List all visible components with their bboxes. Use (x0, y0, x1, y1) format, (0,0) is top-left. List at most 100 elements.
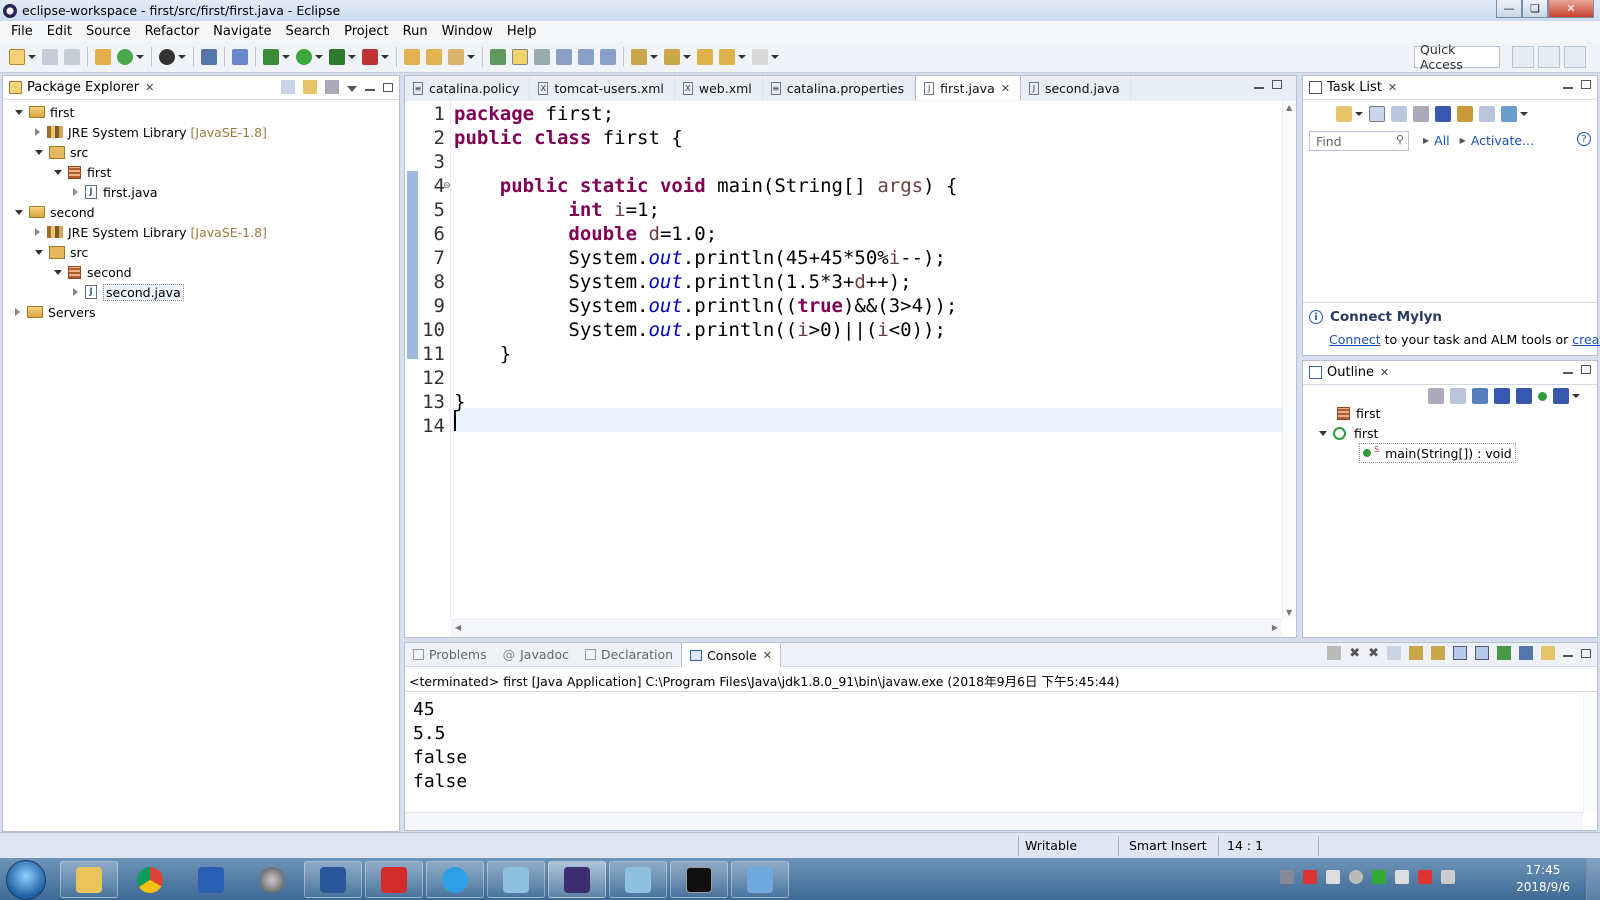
search-icon[interactable] (448, 49, 464, 65)
menu-run[interactable]: Run (396, 24, 435, 39)
terminate-icon[interactable] (1327, 646, 1342, 660)
maximize-view-icon[interactable] (1581, 365, 1591, 374)
tree-item-second-project[interactable]: second (15, 202, 95, 222)
collapse-arrow-icon[interactable] (73, 188, 78, 196)
display-console-icon[interactable] (1519, 646, 1533, 660)
next-annotation-dropdown-icon[interactable] (650, 55, 658, 59)
collapse-all-icon[interactable] (1479, 106, 1495, 122)
editor-vertical-scrollbar[interactable]: ▲ ▼ (1282, 101, 1296, 619)
scroll-right-icon[interactable]: ▶ (1272, 623, 1278, 632)
tree-item-first-package[interactable]: first (54, 162, 111, 182)
restore-button[interactable]: ❏ (1522, 0, 1548, 18)
synchronize-icon[interactable] (1457, 106, 1473, 122)
new-java-project-icon[interactable] (95, 49, 111, 65)
save-all-icon[interactable] (64, 49, 80, 65)
tab-web-xml[interactable]: Xweb.xml (675, 76, 763, 100)
visio-taskbar-button[interactable] (182, 861, 240, 898)
show-desktop-button[interactable] (1586, 858, 1600, 900)
minimize-view-icon[interactable] (1563, 649, 1573, 657)
scheduled-icon[interactable] (1391, 106, 1407, 122)
collapse-all-icon[interactable] (281, 80, 295, 94)
tray-app-icon[interactable] (1372, 870, 1386, 884)
tree-item-second-java[interactable]: Jsecond.java (73, 282, 184, 302)
open-console-icon[interactable] (1541, 646, 1555, 660)
maximize-editor-icon[interactable] (1272, 80, 1282, 89)
create-link[interactable]: create (1572, 332, 1600, 347)
app-taskbar-button[interactable] (243, 861, 301, 898)
notepad-taskbar-button[interactable] (609, 861, 667, 898)
network-icon[interactable] (1395, 870, 1409, 884)
sort-icon[interactable] (1472, 388, 1488, 404)
tab-catalina-policy[interactable]: ≡ catalina.policy (405, 76, 531, 100)
debug-dropdown-icon[interactable] (282, 55, 290, 59)
volume-icon[interactable] (1441, 870, 1455, 884)
scroll-left-icon[interactable]: ◀ (455, 623, 461, 632)
menu-search[interactable]: Search (278, 24, 337, 39)
new-task-dropdown-icon[interactable] (1355, 112, 1363, 116)
close-button[interactable]: ✕ (1548, 0, 1594, 18)
web-browser-icon[interactable] (159, 49, 175, 65)
tree-item-second-package[interactable]: second (54, 262, 132, 282)
show-whitespace-icon[interactable] (556, 49, 572, 65)
task-find-input[interactable]: Find ⚲ (1309, 131, 1409, 151)
outline-item-package[interactable]: first (1337, 403, 1380, 423)
tree-item-first-project[interactable]: first (15, 102, 74, 122)
tree-item-first-java[interactable]: Jfirst.java (73, 182, 158, 202)
close-icon[interactable]: ✕ (1380, 366, 1389, 379)
menu-source[interactable]: Source (79, 24, 138, 39)
collapse-arrow-icon[interactable] (15, 308, 20, 316)
open-task-icon[interactable] (426, 49, 442, 65)
open-perspective-icon[interactable] (1512, 46, 1534, 68)
control-panel-taskbar-button[interactable] (731, 861, 789, 898)
close-icon[interactable]: ✕ (763, 649, 772, 662)
link-with-editor-icon[interactable] (303, 80, 317, 94)
activate-link[interactable]: Activate... (1471, 133, 1534, 148)
expand-arrow-icon[interactable] (54, 269, 62, 275)
quick-access-field[interactable]: Quick Access (1414, 42, 1500, 72)
connect-link[interactable]: Connect (1329, 332, 1381, 347)
notepad-taskbar-button[interactable] (487, 861, 545, 898)
console-output[interactable]: 45 5.5 false false (405, 695, 1583, 812)
outline-item-class[interactable]: first (1319, 423, 1378, 443)
external-tools-icon[interactable] (362, 49, 378, 65)
expand-arrow-icon[interactable] (15, 109, 23, 115)
eclipse-taskbar-button[interactable] (548, 861, 606, 898)
tab-first-java[interactable]: Jfirst.java ✕ (915, 75, 1021, 100)
collapse-arrow-icon[interactable] (35, 228, 40, 236)
new-class-icon[interactable] (117, 49, 133, 65)
tree-item-jre-library[interactable]: JRE System Library [JavaSE-1.8] (35, 122, 267, 142)
clock[interactable]: 17:45 2018/9/6 (1516, 862, 1570, 896)
expand-arrow-icon[interactable] (1319, 430, 1327, 436)
focus-icon[interactable] (1428, 388, 1444, 404)
start-button[interactable] (6, 860, 46, 900)
pin-console-icon[interactable] (1497, 646, 1511, 660)
tab-javadoc[interactable]: @ Javadoc (495, 647, 577, 662)
maximize-view-icon[interactable] (1581, 80, 1591, 89)
tray-app-icon[interactable] (1418, 870, 1432, 884)
forward-icon[interactable] (752, 49, 768, 65)
minimize-button[interactable]: — (1496, 0, 1522, 18)
menu-edit[interactable]: Edit (40, 24, 79, 39)
outline-title[interactable]: Outline (1327, 365, 1374, 380)
package-explorer-title[interactable]: Package Explorer (27, 80, 139, 95)
new-dropdown-icon[interactable] (28, 55, 36, 59)
close-icon[interactable]: ✕ (145, 81, 154, 94)
keyboard-icon[interactable] (1280, 870, 1294, 884)
ie-taskbar-button[interactable] (426, 861, 484, 898)
tab-problems[interactable]: Problems (405, 647, 495, 662)
menu-project[interactable]: Project (337, 24, 395, 39)
java-perspective-icon[interactable] (1564, 46, 1586, 68)
back-icon[interactable] (719, 49, 735, 65)
view-menu-chevron-down-icon[interactable] (1572, 394, 1580, 398)
show-stderr-icon[interactable] (1475, 646, 1489, 660)
tab-tomcat-users-xml[interactable]: Xtomcat-users.xml (530, 76, 675, 100)
task-list-title[interactable]: Task List (1327, 80, 1382, 95)
expand-arrow-icon[interactable] (54, 169, 62, 175)
tree-item-src-folder[interactable]: src (35, 142, 88, 162)
skip-breakpoints-icon[interactable] (232, 49, 248, 65)
acrobat-taskbar-button[interactable] (365, 861, 423, 898)
minimize-editor-icon[interactable] (1254, 81, 1264, 89)
categorized-icon[interactable] (1369, 106, 1385, 122)
collapse-arrow-icon[interactable] (73, 288, 78, 296)
minimize-view-icon[interactable] (1563, 81, 1573, 89)
